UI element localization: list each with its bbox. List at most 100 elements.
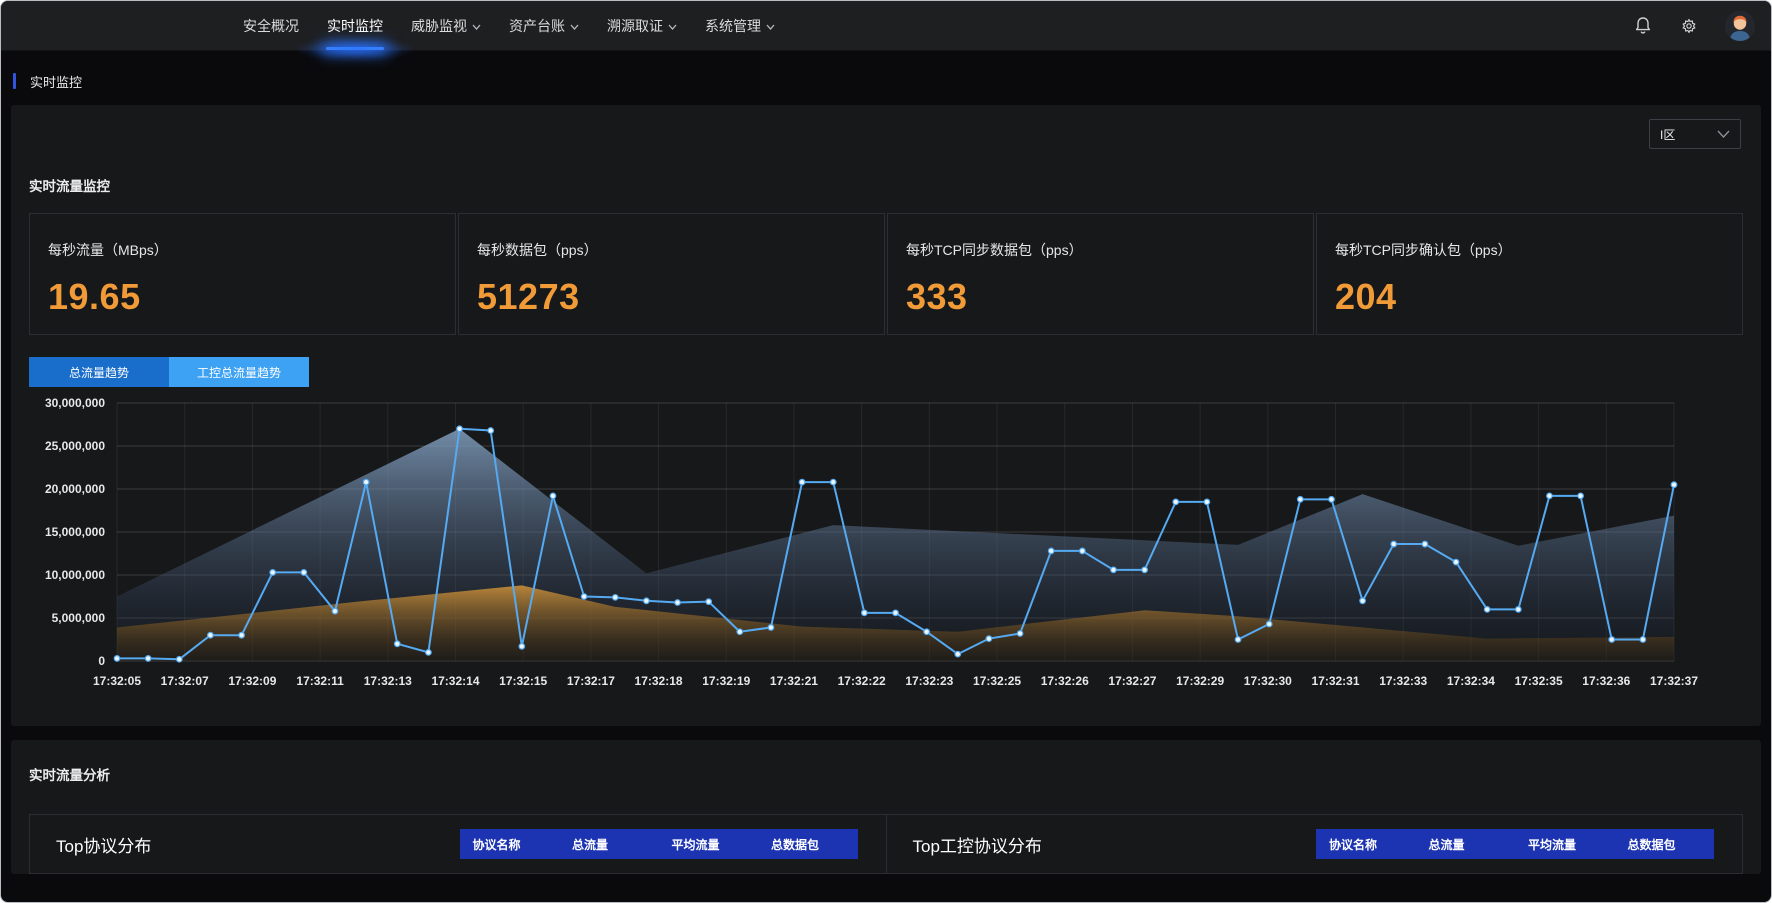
- x-tick-label: 17:32:19: [702, 674, 750, 688]
- x-tick-label: 17:32:11: [296, 674, 344, 688]
- nav-item-system-management[interactable]: 系统管理: [691, 1, 789, 50]
- zone-dropdown-value: I区: [1660, 126, 1675, 143]
- gear-icon[interactable]: [1679, 16, 1699, 36]
- stat-card-tcp-syn: 每秒TCP同步数据包（pps） 333: [887, 213, 1314, 335]
- panel-title-top-protocol: Top协议分布: [30, 832, 151, 857]
- stat-value: 19.65: [48, 276, 437, 318]
- nav-item-label: 威胁监视: [411, 16, 467, 36]
- chevron-down-icon: [1717, 130, 1730, 138]
- data-point-marker: [208, 632, 214, 638]
- col-protocol-name: 协议名称: [460, 829, 560, 859]
- stat-card-packets: 每秒数据包（pps） 51273: [458, 213, 885, 335]
- x-tick-label: 17:32:29: [1176, 674, 1224, 688]
- data-point-marker: [114, 656, 120, 662]
- data-point-marker: [581, 594, 587, 600]
- x-tick-label: 17:32:23: [905, 674, 953, 688]
- x-tick-label: 17:32:36: [1582, 674, 1630, 688]
- data-point-marker: [332, 608, 338, 614]
- data-point-marker: [1391, 541, 1397, 547]
- data-point-marker: [176, 656, 182, 662]
- data-point-marker: [893, 610, 899, 616]
- traffic-analysis-card: 实时流量分析 Top协议分布 协议名称 总流量 平均流量 总数据包 Top工控协…: [11, 740, 1761, 874]
- data-point-marker: [145, 656, 151, 662]
- top-ics-protocol-panel: Top工控协议分布 协议名称 总流量 平均流量 总数据包: [886, 815, 1743, 873]
- data-point-marker: [550, 493, 556, 499]
- avatar[interactable]: [1725, 11, 1755, 41]
- data-point-marker: [1235, 637, 1241, 643]
- col-protocol-name: 协议名称: [1316, 829, 1416, 859]
- x-tick-label: 17:32:35: [1515, 674, 1563, 688]
- section-title-traffic-monitor: 实时流量监控: [29, 175, 1743, 195]
- traffic-trend-chart[interactable]: 17:32:0517:32:0717:32:0917:32:1117:32:13…: [29, 393, 1743, 700]
- data-point-marker: [737, 629, 743, 635]
- y-tick-label: 10,000,000: [45, 568, 105, 582]
- x-tick-label: 17:32:13: [364, 674, 412, 688]
- nav-item-trace-forensics[interactable]: 溯源取证: [593, 1, 691, 50]
- stat-value: 333: [906, 276, 1295, 318]
- data-point-marker: [1671, 482, 1677, 488]
- data-point-marker: [644, 598, 650, 604]
- nav-item-realtime-monitor[interactable]: 实时监控: [313, 1, 397, 50]
- navbar-actions: [1633, 1, 1771, 50]
- stat-value: 51273: [477, 276, 866, 318]
- tab-total-traffic-trend[interactable]: 总流量趋势: [29, 357, 169, 387]
- data-point-marker: [363, 479, 369, 485]
- data-point-marker: [986, 636, 992, 642]
- data-point-marker: [1298, 497, 1304, 503]
- data-point-marker: [799, 479, 805, 485]
- y-tick-label: 20,000,000: [45, 482, 105, 496]
- stat-label: 每秒流量（MBps）: [48, 240, 437, 260]
- y-tick-label: 5,000,000: [52, 611, 106, 625]
- section-title-traffic-analysis: 实时流量分析: [29, 764, 1743, 784]
- data-point-marker: [239, 632, 245, 638]
- data-point-marker: [862, 610, 868, 616]
- data-point-marker: [519, 644, 525, 650]
- nav-item-label: 资产台账: [509, 16, 565, 36]
- stat-label: 每秒数据包（pps）: [477, 240, 866, 260]
- stat-label: 每秒TCP同步数据包（pps）: [906, 240, 1295, 260]
- data-point-marker: [1266, 621, 1272, 627]
- data-point-marker: [830, 479, 836, 485]
- col-avg-traffic: 平均流量: [1515, 829, 1615, 859]
- y-tick-label: 15,000,000: [45, 525, 105, 539]
- y-tick-label: 25,000,000: [45, 439, 105, 453]
- data-point-marker: [301, 570, 307, 576]
- stat-cards: 每秒流量（MBps） 19.65 每秒数据包（pps） 51273 每秒TCP同…: [29, 213, 1743, 335]
- trend-tabs: 总流量趋势 工控总流量趋势: [29, 357, 1743, 387]
- col-total-traffic: 总流量: [1416, 829, 1516, 859]
- data-point-marker: [1204, 499, 1210, 505]
- data-point-marker: [924, 629, 930, 635]
- stat-card-throughput: 每秒流量（MBps） 19.65: [29, 213, 456, 335]
- data-point-marker: [1173, 499, 1179, 505]
- x-tick-label: 17:32:27: [1108, 674, 1156, 688]
- protocol-panels: Top协议分布 协议名称 总流量 平均流量 总数据包 Top工控协议分布 协议名…: [29, 814, 1743, 874]
- nav-item-threat-watch[interactable]: 威胁监视: [397, 1, 495, 50]
- data-point-marker: [1516, 607, 1522, 613]
- chevron-down-icon: [472, 24, 481, 30]
- nav-item-label: 系统管理: [705, 16, 761, 36]
- nav-item-label: 实时监控: [327, 16, 383, 36]
- chevron-down-icon: [668, 24, 677, 30]
- data-point-marker: [675, 600, 681, 606]
- active-tab-underline: [326, 47, 384, 50]
- data-point-marker: [1578, 493, 1584, 499]
- tab-ics-total-traffic-trend[interactable]: 工控总流量趋势: [169, 357, 309, 387]
- nav-item-label: 安全概况: [243, 16, 299, 36]
- nav-item-asset-ledger[interactable]: 资产台账: [495, 1, 593, 50]
- x-tick-label: 17:32:17: [567, 674, 615, 688]
- chevron-down-icon: [766, 24, 775, 30]
- bell-icon[interactable]: [1633, 16, 1653, 36]
- data-point-marker: [1484, 607, 1490, 613]
- col-avg-traffic: 平均流量: [659, 829, 759, 859]
- x-tick-label: 17:32:37: [1650, 674, 1698, 688]
- traffic-monitor-card: I区 实时流量监控 每秒流量（MBps） 19.65 每秒数据包（pps） 51…: [11, 105, 1761, 726]
- data-point-marker: [1453, 559, 1459, 565]
- stat-value: 204: [1335, 276, 1724, 318]
- x-tick-label: 17:32:18: [635, 674, 683, 688]
- data-point-marker: [1048, 548, 1054, 554]
- zone-dropdown[interactable]: I区: [1649, 119, 1741, 149]
- traffic-chart-svg: 17:32:0517:32:0717:32:0917:32:1117:32:13…: [29, 393, 1745, 695]
- nav-item-security-overview[interactable]: 安全概况: [229, 1, 313, 50]
- x-tick-label: 17:32:25: [973, 674, 1021, 688]
- app-window: 安全概况 实时监控 威胁监视 资产台账 溯源取证 系统管理: [0, 0, 1772, 903]
